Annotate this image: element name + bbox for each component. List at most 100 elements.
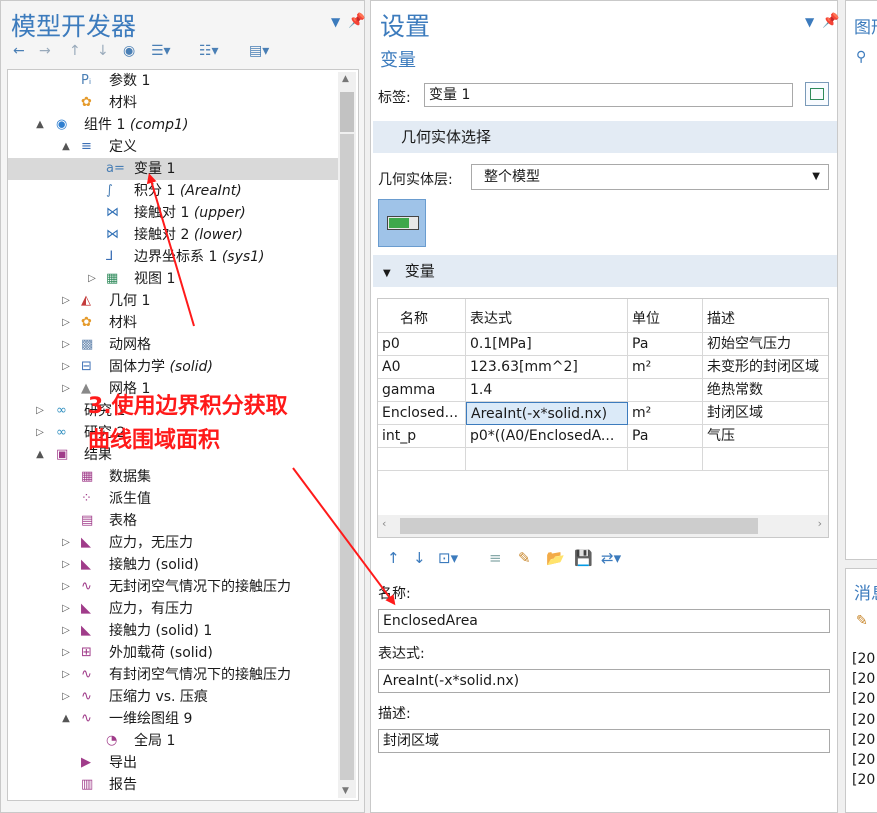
expand-arrow-icon[interactable]: ▷ [60,334,72,356]
expand-arrow-icon[interactable]: ▷ [34,400,46,422]
tree-item[interactable]: ∫ 积分 1 (AreaInt) [8,180,338,202]
geom-level-select[interactable]: 整个模型 ▼ [471,164,829,190]
table-cell[interactable]: m² [628,402,703,425]
table-cell[interactable] [703,448,828,471]
panel-menu-icon[interactable]: ▼ [331,15,340,29]
expand-arrow-icon[interactable]: ▷ [60,664,72,686]
expr-field[interactable]: AreaInt(-x*solid.nx) [378,669,830,693]
load-file-icon[interactable]: 📂 [546,549,565,567]
selection-toggle-button[interactable] [378,199,426,247]
expand-menu-icon[interactable]: ☰▾ [151,43,171,59]
h-scroll-thumb[interactable] [400,518,758,534]
geom-section-header[interactable]: 几何实体选择 [373,121,837,153]
tree-item[interactable]: ✿ 材料 [8,92,338,114]
down-icon[interactable]: ↓ [97,43,109,59]
tree-item[interactable]: ▥ 报告 [8,774,338,796]
tree-item[interactable]: ⁘ 派生值 [8,488,338,510]
collapse-arrow-icon[interactable]: ▲ [60,136,72,158]
expand-arrow-icon[interactable]: ▷ [60,576,72,598]
table-cell[interactable]: 1.4 [466,379,628,402]
settings-menu-icon[interactable]: ▼ [805,15,814,29]
tree-item[interactable]: ⅃ 边界坐标系 1 (sys1) [8,246,338,268]
expand-arrow-icon[interactable]: ▷ [60,290,72,312]
tree-item[interactable]: ◔ 全局 1 [8,730,338,752]
tree-item[interactable]: ▷ ▦ 视图 1 [8,268,338,290]
expand-arrow-icon[interactable]: ▷ [60,356,72,378]
table-cell[interactable]: p0 [378,333,466,356]
table-cell[interactable]: 初始空气压力 [703,333,828,356]
expand-arrow-icon[interactable]: ▷ [60,312,72,334]
table-cell[interactable] [378,448,466,471]
tree-scrollbar[interactable]: ▲ ▼ [338,72,356,798]
table-cell[interactable]: AreaInt(-x*solid.nx) [466,402,628,425]
clear-messages-icon[interactable]: ✎ [856,613,868,629]
tree-item[interactable]: ▷ ◣ 应力，有压力 [8,598,338,620]
up-icon[interactable]: ↑ [69,43,81,59]
move-down-icon[interactable]: ↓ [413,549,426,567]
scroll-thumb-top[interactable] [340,92,354,132]
settings-pin-icon[interactable]: 📌 [822,13,839,29]
export-menu-icon[interactable]: ⇄▾ [601,549,621,567]
table-cell[interactable]: gamma [378,379,466,402]
collapse-arrow-icon[interactable]: ▲ [34,444,46,466]
header-name[interactable]: 名称 [378,299,466,333]
tree-item[interactable]: ▷ ⊟ 固体力学 (solid) [8,356,338,378]
collapse-arrow-icon[interactable]: ▲ [34,114,46,136]
expand-arrow-icon[interactable]: ▷ [60,532,72,554]
tree-item[interactable]: ▷ ∿ 有封闭空气情况下的接触压力 [8,664,338,686]
header-unit[interactable]: 单位 [628,299,703,333]
collapse-arrow-icon[interactable]: ▲ [60,708,72,730]
table-cell[interactable]: Pa [628,333,703,356]
tree-item[interactable]: ▤ 表格 [8,510,338,532]
table-cell[interactable]: 气压 [703,425,828,448]
table-cell[interactable]: A0 [378,356,466,379]
zoom-icon[interactable]: ⚲ [856,49,866,65]
expand-arrow-icon[interactable]: ▷ [60,554,72,576]
clear-table-icon[interactable]: ✎ [518,549,531,567]
header-expression[interactable]: 表达式 [466,299,628,333]
table-cell[interactable]: Enclosed... [378,402,466,425]
expand-arrow-icon[interactable]: ▷ [60,378,72,400]
pin-icon[interactable]: 📌 [348,13,365,29]
expand-arrow-icon[interactable]: ▷ [60,642,72,664]
tree-item[interactable]: a= 变量 1 [8,158,338,180]
tree-item[interactable]: ▷ ◣ 接触力 (solid) [8,554,338,576]
table-cell[interactable] [466,448,628,471]
forward-icon[interactable]: → [39,43,51,59]
tree-item[interactable]: ▷ ◭ 几何 1 [8,290,338,312]
tree-item[interactable]: ▷ ✿ 材料 [8,312,338,334]
move-up-icon[interactable]: ↑ [387,549,400,567]
tree-item[interactable]: ▷ ∿ 压缩力 vs. 压痕 [8,686,338,708]
table-cell[interactable]: 封闭区域 [703,402,828,425]
tree-item[interactable]: ▲ ◉ 组件 1 (comp1) [8,114,338,136]
tree-item[interactable]: ▶ 导出 [8,752,338,774]
insert-menu-icon[interactable]: ⊡▾ [438,549,458,567]
label-field[interactable]: 变量 1 [424,83,793,107]
expand-arrow-icon[interactable]: ▷ [60,686,72,708]
table-cell[interactable]: int_p [378,425,466,448]
tree-item[interactable]: ⋈ 接触对 1 (upper) [8,202,338,224]
tree-item[interactable]: ▷ ∿ 无封闭空气情况下的接触压力 [8,576,338,598]
tree-item[interactable]: Pᵢ 参数 1 [8,70,338,92]
label-edit-icon[interactable] [805,82,829,106]
tree-item[interactable]: ▦ 数据集 [8,466,338,488]
expand-arrow-icon[interactable]: ▷ [60,598,72,620]
back-icon[interactable]: ← [13,43,25,59]
table-cell[interactable]: 绝热常数 [703,379,828,402]
tree-item[interactable]: ▷ ▩ 动网格 [8,334,338,356]
table-cell[interactable]: 0.1[MPa] [466,333,628,356]
expand-arrow-icon[interactable]: ▷ [60,620,72,642]
table-cell[interactable] [628,379,703,402]
tree-item[interactable]: ▷ ⊞ 外加载荷 (solid) [8,642,338,664]
name-field[interactable]: EnclosedArea [378,609,830,633]
delete-rows-icon[interactable]: ≡ [489,549,502,567]
show-icon[interactable]: ◉ [123,43,135,59]
scroll-thumb[interactable] [340,134,354,780]
collapse-menu-icon[interactable]: ☷▾ [199,43,219,59]
var-section-header[interactable]: ▼ 变量 [373,255,837,287]
expand-arrow-icon[interactable]: ▷ [34,422,46,444]
table-h-scrollbar[interactable]: ‹ › [378,515,828,537]
table-cell[interactable]: m² [628,356,703,379]
table-cell[interactable]: 123.63[mm^2] [466,356,628,379]
desc-field[interactable]: 封闭区域 [378,729,830,753]
